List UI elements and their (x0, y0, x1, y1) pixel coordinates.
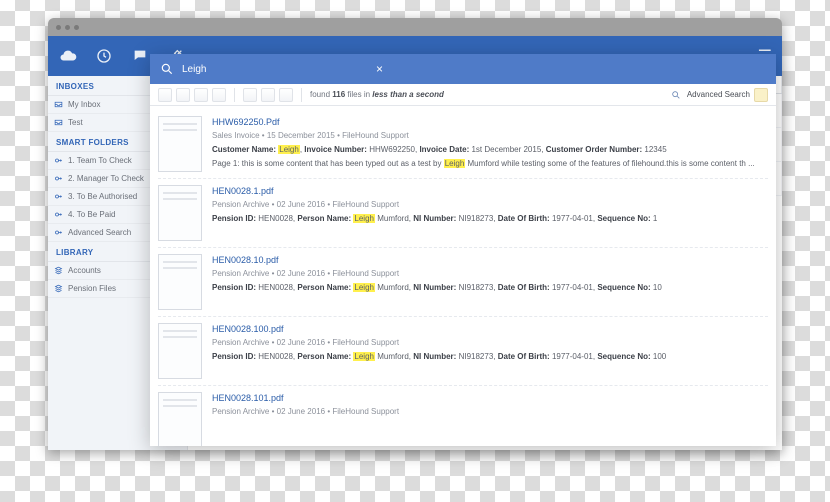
sidebar-item-label: 3. To Be Authorised (68, 192, 137, 201)
result-thumbnail (158, 254, 202, 310)
action-a-icon[interactable] (243, 88, 257, 102)
traffic-light-min[interactable] (65, 25, 70, 30)
results-list: HHW692250.Pdf Sales Invoice • 15 Decembe… (150, 106, 776, 446)
search-result[interactable]: HHW692250.Pdf Sales Invoice • 15 Decembe… (158, 110, 768, 179)
sidebar-item-label: 1. Team To Check (68, 156, 132, 165)
action-c-icon[interactable] (279, 88, 293, 102)
result-title[interactable]: HEN0028.10.pdf (212, 254, 768, 268)
result-thumbnail (158, 185, 202, 241)
sidebar-item-label: Test (68, 118, 83, 127)
search-result[interactable]: HEN0028.101.pdf Pension Archive • 02 Jun… (158, 386, 768, 446)
action-b-icon[interactable] (261, 88, 275, 102)
result-headline: Pension ID: HEN0028, Person Name: Leigh … (212, 282, 768, 294)
result-meta: Pension Archive • 02 June 2016 • FileHou… (212, 337, 768, 349)
search-result[interactable]: HEN0028.100.pdf Pension Archive • 02 Jun… (158, 317, 768, 386)
stack-icon (54, 284, 63, 293)
result-headline: Pension ID: HEN0028, Person Name: Leigh … (212, 351, 768, 363)
inbox-icon (54, 118, 63, 127)
key-icon (54, 228, 63, 237)
result-meta: Pension Archive • 02 June 2016 • FileHou… (212, 406, 768, 418)
nav-next-icon[interactable] (194, 88, 208, 102)
nav-first-icon[interactable] (158, 88, 172, 102)
search-clear-button[interactable]: × (370, 60, 389, 78)
lock-icon[interactable] (754, 88, 768, 102)
search-input[interactable]: Leigh (182, 64, 362, 75)
result-thumbnail (158, 392, 202, 446)
key-icon (54, 174, 63, 183)
key-icon (54, 192, 63, 201)
key-icon (54, 210, 63, 219)
results-status: found 116 files in less than a second (310, 90, 444, 99)
result-meta: Sales Invoice • 15 December 2015 • FileH… (212, 130, 768, 142)
chat-icon[interactable] (130, 46, 150, 66)
advanced-search-link[interactable]: Advanced Search (671, 90, 750, 100)
inbox-icon (54, 100, 63, 109)
result-title[interactable]: HEN0028.1.pdf (212, 185, 768, 199)
search-overlay: Leigh × found 116 files in less than a s… (150, 54, 776, 446)
result-meta: Pension Archive • 02 June 2016 • FileHou… (212, 199, 768, 211)
traffic-light-close[interactable] (56, 25, 61, 30)
nav-prev-icon[interactable] (176, 88, 190, 102)
window-titlebar (48, 18, 782, 36)
result-meta: Pension Archive • 02 June 2016 • FileHou… (212, 268, 768, 280)
sidebar-item-label: 2. Manager To Check (68, 174, 144, 183)
sidebar-item-label: Accounts (68, 266, 101, 275)
sidebar-item-label: Pension Files (68, 284, 116, 293)
results-toolbar: found 116 files in less than a second Ad… (150, 84, 776, 106)
cloud-icon[interactable] (58, 46, 78, 66)
divider (234, 88, 235, 102)
result-thumbnail (158, 116, 202, 172)
traffic-light-max[interactable] (74, 25, 79, 30)
search-bar: Leigh × (150, 54, 776, 84)
stack-icon (54, 266, 63, 275)
sidebar-item-label: 4. To Be Paid (68, 210, 115, 219)
sidebar-item-label: My Inbox (68, 100, 100, 109)
sidebar-item-label: Advanced Search (68, 228, 131, 237)
result-title[interactable]: HEN0028.100.pdf (212, 323, 768, 337)
result-title[interactable]: HEN0028.101.pdf (212, 392, 768, 406)
key-icon (54, 156, 63, 165)
search-result[interactable]: HEN0028.10.pdf Pension Archive • 02 June… (158, 248, 768, 317)
clock-icon[interactable] (94, 46, 114, 66)
result-title[interactable]: HHW692250.Pdf (212, 116, 768, 130)
nav-last-icon[interactable] (212, 88, 226, 102)
result-snippet: Page 1: this is some content that has be… (212, 158, 768, 170)
search-icon (160, 62, 174, 76)
result-headline: Customer Name: Leigh, Invoice Number: HH… (212, 144, 768, 156)
search-result[interactable]: HEN0028.1.pdf Pension Archive • 02 June … (158, 179, 768, 248)
divider (301, 88, 302, 102)
result-headline: Pension ID: HEN0028, Person Name: Leigh … (212, 213, 768, 225)
result-thumbnail (158, 323, 202, 379)
